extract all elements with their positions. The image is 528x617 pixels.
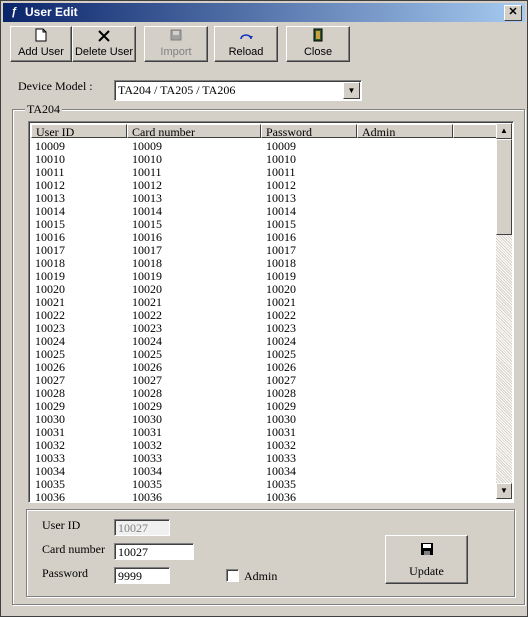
column-header-user-id[interactable]: User ID <box>31 124 127 139</box>
table-row[interactable]: 10010 10010 10010 <box>31 153 495 166</box>
group-title: TA204 <box>25 102 63 117</box>
table-row[interactable]: 10034 10034 10034 <box>31 465 495 478</box>
admin-label: Admin <box>244 569 278 583</box>
import-button[interactable]: Import <box>144 26 208 62</box>
import-icon <box>145 28 207 46</box>
delete-user-label: Delete User <box>74 46 134 58</box>
table-row[interactable]: 10029 10029 10029 <box>31 400 495 413</box>
new-document-icon <box>11 28 71 46</box>
x-icon <box>73 28 135 46</box>
import-label: Import <box>160 46 192 58</box>
password-label: Password <box>42 566 89 580</box>
table-row[interactable]: 10031 10031 10031 <box>31 426 495 439</box>
device-model-label: Device Model : <box>18 79 93 93</box>
table-row[interactable]: 10015 10015 10015 <box>31 218 495 231</box>
device-model-select[interactable]: TA204 / TA205 / TA206 ▼ <box>114 80 362 101</box>
table-row[interactable]: 10027 10027 10027 <box>31 374 495 387</box>
title-bar[interactable]: ƒ User Edit ✕ <box>3 3 525 22</box>
chevron-down-icon[interactable]: ▼ <box>343 82 360 99</box>
reload-icon <box>215 28 277 46</box>
table-row[interactable]: 10011 10011 10011 <box>31 166 495 179</box>
password-field[interactable]: 9999 <box>114 567 170 584</box>
add-user-button[interactable]: Add User <box>10 26 72 62</box>
table-row[interactable]: 10013 10013 10013 <box>31 192 495 205</box>
cell-card-number: 10036 <box>132 490 162 503</box>
table-row[interactable]: 10017 10017 10017 <box>31 244 495 257</box>
table-row[interactable]: 10023 10023 10023 <box>31 322 495 335</box>
table-row[interactable]: 10025 10025 10025 <box>31 348 495 361</box>
table-row[interactable]: 10012 10012 10012 <box>31 179 495 192</box>
cell-password: 10036 <box>266 490 296 503</box>
app-icon: ƒ <box>10 6 18 18</box>
reload-button[interactable]: Reload <box>214 26 278 62</box>
exit-door-icon <box>287 28 349 46</box>
card-number-label: Card number <box>42 542 105 556</box>
scroll-down-icon[interactable]: ▼ <box>496 483 512 499</box>
table-row[interactable]: 10036 10036 10036 <box>31 491 495 503</box>
table-row[interactable]: 10018 10018 10018 <box>31 257 495 270</box>
table-row[interactable]: 10030 10030 10030 <box>31 413 495 426</box>
reload-label: Reload <box>228 46 264 58</box>
table-row[interactable]: 10016 10016 10016 <box>31 231 495 244</box>
update-button[interactable]: Update <box>385 535 468 584</box>
table-row[interactable]: 10035 10035 10035 <box>31 478 495 491</box>
table-row[interactable]: 10020 10020 10020 <box>31 283 495 296</box>
admin-checkbox[interactable] <box>226 569 239 582</box>
column-header-card-number[interactable]: Card number <box>127 124 261 139</box>
table-row[interactable]: 10019 10019 10019 <box>31 270 495 283</box>
table-row[interactable]: 10009 10009 10009 <box>31 140 495 153</box>
card-number-field[interactable]: 10027 <box>114 543 194 560</box>
delete-user-button[interactable]: Delete User <box>72 26 136 62</box>
table-row[interactable]: 10033 10033 10033 <box>31 452 495 465</box>
cell-user-id: 10036 <box>35 490 65 503</box>
list-body: 10009 10009 10009 10010 10010 10010 10011 10011… <box>31 140 495 503</box>
table-row[interactable]: 10021 10021 10021 <box>31 296 495 309</box>
add-user-label: Add User <box>18 46 64 58</box>
user-list[interactable]: User ID Card number Password Admin 10009… <box>28 121 514 503</box>
close-button[interactable]: Close <box>286 26 350 62</box>
scroll-up-icon[interactable]: ▲ <box>496 123 512 139</box>
table-row[interactable]: 10032 10032 10032 <box>31 439 495 452</box>
device-model-value: TA204 / TA205 / TA206 <box>118 83 236 97</box>
table-row[interactable]: 10014 10014 10014 <box>31 205 495 218</box>
column-header-password[interactable]: Password <box>261 124 357 139</box>
table-row[interactable]: 10022 10022 10022 <box>31 309 495 322</box>
user-id-label: User ID <box>42 518 81 532</box>
table-row[interactable]: 10028 10028 10028 <box>31 387 495 400</box>
column-header-admin[interactable]: Admin <box>357 124 453 139</box>
window-title: User Edit <box>25 5 78 19</box>
scrollbar-thumb[interactable] <box>496 139 512 235</box>
update-label: Update <box>409 564 444 578</box>
list-header: User ID Card number Password Admin <box>31 124 497 139</box>
column-header-filler <box>453 124 497 138</box>
close-label: Close <box>303 46 333 58</box>
vertical-scrollbar[interactable]: ▲ ▼ <box>496 123 512 499</box>
table-row[interactable]: 10024 10024 10024 <box>31 335 495 348</box>
save-disk-icon <box>386 542 467 561</box>
window-close-button[interactable]: ✕ <box>504 5 522 21</box>
user-id-field[interactable]: 10027 <box>114 519 170 536</box>
table-row[interactable]: 10026 10026 10026 <box>31 361 495 374</box>
